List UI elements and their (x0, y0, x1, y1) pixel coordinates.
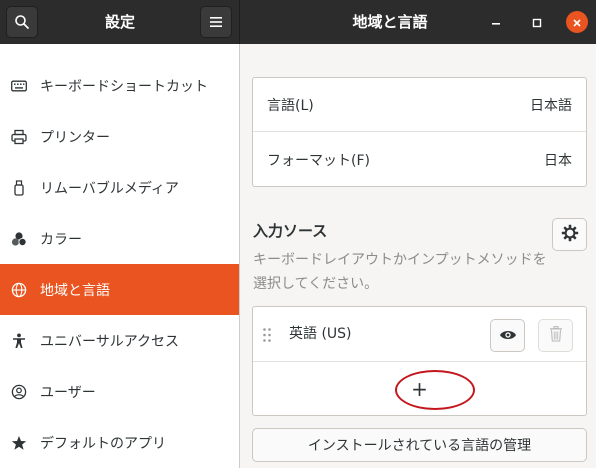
sidebar-item-keyboard-shortcuts[interactable]: キーボードショートカット (0, 60, 239, 111)
input-source-label: 英語 (US) (289, 326, 352, 342)
language-format-card: 言語(L) 日本語 フォーマット(F) 日本 (252, 77, 587, 187)
input-source-row[interactable]: 英語 (US) (253, 307, 586, 362)
sidebar: キーボードショートカット プリンター リムーバブルメディア カラー 地域と言語 (0, 44, 240, 468)
globe-icon (11, 282, 27, 298)
sidebar-item-universal-access[interactable]: ユニバーサルアクセス (0, 315, 239, 366)
settings-window: 設定 地域と言語 キーボードショートカット プリンター リムーバブルメディア カ… (0, 0, 596, 468)
sidebar-item-label: デフォルトのアプリ (40, 435, 166, 452)
keyboard-icon (11, 78, 27, 94)
input-sources-description: キーボードレイアウトかインプットメソッドを選択してください。 (253, 252, 547, 292)
sidebar-item-label: プリンター (40, 129, 110, 146)
language-label: 言語(L) (267, 97, 314, 114)
sidebar-item-label: ユーザー (40, 384, 96, 401)
language-row[interactable]: 言語(L) 日本語 (253, 78, 586, 132)
format-label: フォーマット(F) (267, 153, 370, 169)
sidebar-item-label: リムーバブルメディア (40, 180, 179, 197)
sidebar-item-label: 地域と言語 (40, 282, 110, 299)
main-panel: 言語(L) 日本語 フォーマット(F) 日本 入力ソース キーボードレイアウトか… (240, 44, 596, 468)
close-button[interactable] (566, 11, 588, 33)
eye-icon (499, 326, 517, 345)
annotation-ellipse (395, 370, 475, 410)
maximize-icon (532, 13, 542, 32)
sidebar-item-label: カラー (40, 231, 82, 248)
close-icon (572, 13, 582, 32)
usb-drive-icon (11, 179, 27, 196)
gear-icon (561, 224, 579, 246)
remove-source-button[interactable] (538, 319, 573, 352)
sidebar-item-color[interactable]: カラー (0, 213, 239, 264)
sidebar-item-label: ユニバーサルアクセス (40, 333, 180, 350)
user-icon (11, 384, 27, 400)
minimize-button[interactable] (485, 11, 507, 33)
header-left-section: 設定 (0, 0, 240, 44)
input-sources-title: 入力ソース (253, 222, 328, 240)
search-icon (14, 14, 30, 30)
drag-handle-icon[interactable] (262, 327, 272, 343)
preview-layout-button[interactable] (490, 319, 525, 352)
sidebar-item-printers[interactable]: プリンター (0, 111, 239, 162)
search-button[interactable] (6, 6, 38, 38)
maximize-button[interactable] (526, 11, 548, 33)
sidebar-item-default-applications[interactable]: デフォルトのアプリ (0, 417, 239, 468)
minimize-icon (491, 13, 501, 32)
sidebar-item-region-language[interactable]: 地域と言語 (0, 264, 239, 315)
trash-icon (549, 325, 563, 346)
accessibility-icon (11, 333, 27, 349)
input-sources-list: 英語 (US) + (252, 306, 587, 416)
printer-icon (11, 129, 27, 145)
sidebar-item-users[interactable]: ユーザー (0, 366, 239, 417)
color-icon (11, 231, 27, 247)
menu-button[interactable] (200, 6, 232, 38)
language-value: 日本語 (530, 97, 572, 114)
star-icon (11, 435, 27, 451)
input-sources-options-button[interactable] (552, 218, 587, 251)
sidebar-item-label: キーボードショートカット (40, 78, 208, 95)
manage-installed-languages-button[interactable]: インストールされている言語の管理 (252, 428, 587, 462)
format-value: 日本 (544, 153, 572, 169)
page-title: 地域と言語 (352, 13, 428, 31)
hamburger-menu-icon (209, 16, 223, 28)
sidebar-item-removable-media[interactable]: リムーバブルメディア (0, 162, 239, 213)
format-row[interactable]: フォーマット(F) 日本 (253, 133, 586, 187)
header-bar: 設定 地域と言語 (0, 0, 596, 44)
app-title: 設定 (104, 13, 135, 31)
